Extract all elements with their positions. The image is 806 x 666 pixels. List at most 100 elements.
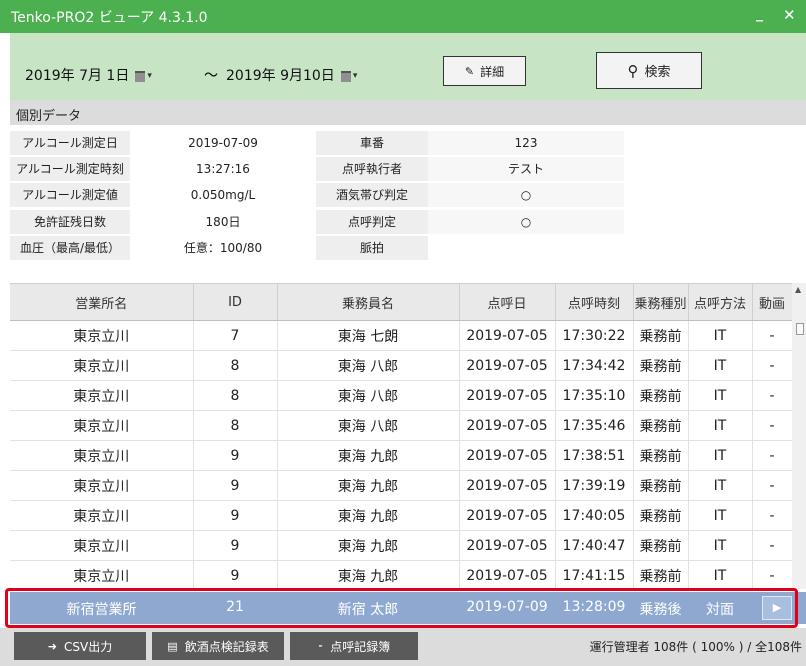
table-row[interactable]: 東京立川 8 東海 八郎 2019-07-05 17:35:46 乗務前 IT - xyxy=(10,410,792,441)
cell-video: - xyxy=(752,320,792,351)
cell-office: 東京立川 xyxy=(10,350,194,381)
cell-id: 9 xyxy=(193,560,278,590)
close-button[interactable]: ✕ xyxy=(783,6,796,24)
calendar-icon[interactable] xyxy=(135,70,146,82)
cell-video: - xyxy=(752,350,792,381)
table-row[interactable]: 東京立川 8 東海 八郎 2019-07-05 17:34:42 乗務前 IT - xyxy=(10,350,792,381)
column-header[interactable]: 点呼時刻 xyxy=(555,284,634,321)
scroll-up-icon[interactable]: ▲ xyxy=(795,285,801,294)
cell-office: 東京立川 xyxy=(10,560,194,590)
cell-driver: 東海 八郎 xyxy=(277,380,460,411)
cell-id: 9 xyxy=(193,470,278,501)
cell-date: 2019-07-05 xyxy=(459,530,556,561)
vertical-scrollbar[interactable]: ▲ xyxy=(792,283,806,589)
cell-duty-type: 乗務前 xyxy=(633,440,689,471)
field-label: 酒気帯び判定 xyxy=(316,183,428,207)
table-row[interactable]: 東京立川 9 東海 九郎 2019-07-05 17:38:51 乗務前 IT - xyxy=(10,440,792,471)
cell-date: 2019-07-05 xyxy=(459,380,556,411)
records-table: 営業所名 ID 乗務員名 点呼日 点呼時刻 乗務種別 点呼方法 動画 東京立川 7… xyxy=(10,283,792,590)
cell-method: IT xyxy=(688,410,753,441)
detail-button[interactable]: ✎ 詳細 xyxy=(443,56,526,86)
table-row[interactable]: 東京立川 8 東海 八郎 2019-07-05 17:35:10 乗務前 IT - xyxy=(10,380,792,411)
list-icon: ⁃ xyxy=(317,639,324,653)
detail-panel: アルコール測定日 2019-07-09 アルコール測定時刻 13:27:16 ア… xyxy=(10,125,806,283)
table-row[interactable]: 東京立川 9 東海 九郎 2019-07-05 17:40:47 乗務前 IT - xyxy=(10,530,792,561)
cell-office: 東京立川 xyxy=(10,470,194,501)
window-title: Tenko-PRO2 ビューア 4.3.1.0 xyxy=(11,10,208,26)
minimize-button[interactable]: _ xyxy=(756,6,763,22)
field-value: 任意：100/80 xyxy=(130,236,316,260)
csv-export-button[interactable]: ➜ CSV出力 xyxy=(14,632,146,660)
cell-date: 2019-07-05 xyxy=(459,500,556,531)
roll-call-book-label: 点呼記録簿 xyxy=(330,639,391,654)
cell-duty-type: 乗務前 xyxy=(633,560,689,590)
cell-driver: 東海 八郎 xyxy=(277,350,460,381)
alcohol-record-button[interactable]: ▤ 飲酒点検記録表 xyxy=(152,632,284,660)
edit-icon: ✎ xyxy=(464,64,475,78)
cell-driver: 東海 九郎 xyxy=(277,530,460,561)
table-row[interactable]: 東京立川 7 東海 七朗 2019-07-05 17:30:22 乗務前 IT - xyxy=(10,320,792,351)
date-to-picker[interactable]: 2019年 9月10日 ▾ xyxy=(226,65,357,87)
cell-method: IT xyxy=(688,440,753,471)
table-row[interactable]: 東京立川 9 東海 九郎 2019-07-05 17:39:19 乗務前 IT - xyxy=(10,470,792,501)
field-value: テスト xyxy=(428,157,624,181)
chevron-down-icon[interactable]: ▾ xyxy=(147,71,152,81)
cell-office: 東京立川 xyxy=(10,320,194,351)
cell-time: 17:35:46 xyxy=(555,410,634,441)
cell-duty-type: 乗務前 xyxy=(633,470,689,501)
search-icon: ⚲ xyxy=(627,61,639,80)
cell-driver: 東海 八郎 xyxy=(277,410,460,441)
status-count: 運行管理者 108件 ( 100% ) / 全108件 xyxy=(589,640,802,654)
column-header[interactable]: 乗務員名 xyxy=(277,284,460,321)
field-value: 123 xyxy=(428,131,624,155)
cell-time: 17:39:19 xyxy=(555,470,634,501)
cell-time: 17:30:22 xyxy=(555,320,634,351)
field-label: 点呼判定 xyxy=(316,210,428,234)
field-label: 車番 xyxy=(316,131,428,155)
field-label: アルコール測定日 xyxy=(10,131,130,155)
cell-duty-type: 乗務前 xyxy=(633,350,689,381)
cell-video: - xyxy=(752,470,792,501)
table-row[interactable]: 東京立川 9 東海 九郎 2019-07-05 17:41:15 乗務前 IT - xyxy=(10,560,792,590)
cell-video: - xyxy=(752,410,792,441)
scrollbar-thumb[interactable] xyxy=(796,323,804,335)
search-button[interactable]: ⚲ 検索 xyxy=(596,52,702,89)
export-icon: ➜ xyxy=(47,639,57,653)
cell-duty-type: 乗務前 xyxy=(633,530,689,561)
cell-time: 17:40:05 xyxy=(555,500,634,531)
cell-duty-type: 乗務前 xyxy=(633,410,689,441)
cell-date: 2019-07-05 xyxy=(459,320,556,351)
field-value: ○ xyxy=(428,183,624,207)
chevron-down-icon[interactable]: ▾ xyxy=(353,71,358,81)
column-header[interactable]: 営業所名 xyxy=(10,284,194,321)
cell-driver: 東海 九郎 xyxy=(277,440,460,471)
cell-method: IT xyxy=(688,560,753,590)
cell-duty-type: 乗務前 xyxy=(633,500,689,531)
cell-method: IT xyxy=(688,350,753,381)
cell-id: 8 xyxy=(193,410,278,441)
cell-date: 2019-07-05 xyxy=(459,470,556,501)
column-header[interactable]: 乗務種別 xyxy=(633,284,689,321)
section-header: 個別データ xyxy=(10,100,806,125)
alcohol-record-label: 飲酒点検記録表 xyxy=(184,639,269,654)
date-from-value: 2019年 7月 1日 xyxy=(25,68,130,84)
column-header[interactable]: ID xyxy=(193,284,278,321)
cell-video: - xyxy=(752,530,792,561)
field-value: 2019-07-09 xyxy=(130,131,316,155)
date-to-value: 2019年 9月10日 xyxy=(226,68,335,84)
cell-method: IT xyxy=(688,470,753,501)
date-from-picker[interactable]: 2019年 7月 1日 ▾ xyxy=(25,65,152,87)
cell-method: IT xyxy=(688,380,753,411)
section-title: 個別データ xyxy=(16,109,82,124)
cell-driver: 東海 九郎 xyxy=(277,560,460,590)
calendar-icon[interactable] xyxy=(340,70,351,82)
table-row[interactable]: 東京立川 9 東海 九郎 2019-07-05 17:40:05 乗務前 IT - xyxy=(10,500,792,531)
column-header[interactable]: 動画 xyxy=(752,284,792,321)
column-header[interactable]: 点呼日 xyxy=(459,284,556,321)
cell-id: 9 xyxy=(193,440,278,471)
detail-button-label: 詳細 xyxy=(480,64,505,79)
column-header[interactable]: 点呼方法 xyxy=(688,284,753,321)
cell-office: 東京立川 xyxy=(10,380,194,411)
roll-call-book-button[interactable]: ⁃ 点呼記録簿 xyxy=(290,632,418,660)
cell-video: - xyxy=(752,380,792,411)
